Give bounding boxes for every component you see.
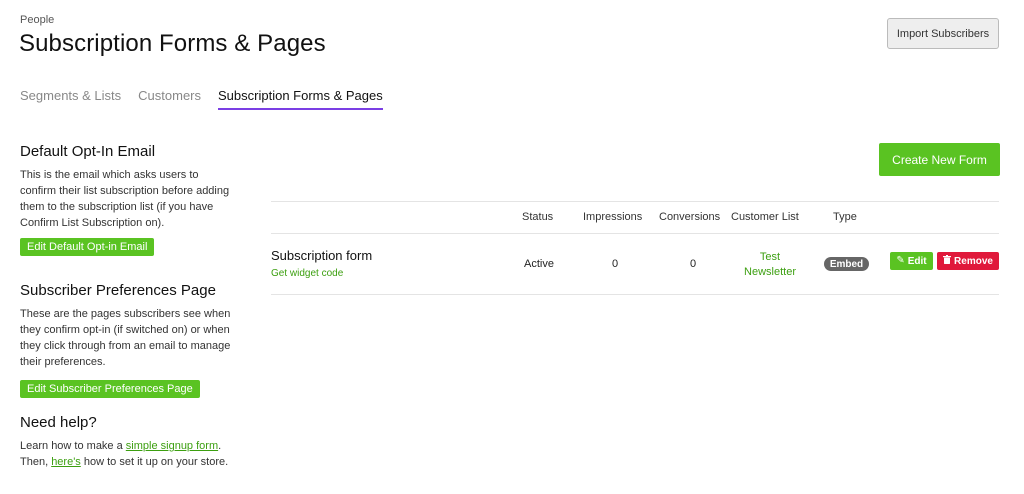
customer-list-line2: Newsletter	[744, 266, 796, 278]
help-heading: Need help?	[20, 414, 97, 431]
heres-link[interactable]: here's	[51, 456, 81, 468]
help-text-part3: how to set it up on your store.	[80, 456, 229, 468]
optin-description: This is the email which asks users to co…	[20, 169, 230, 229]
edit-label: Edit	[907, 255, 927, 267]
page-title: Subscription Forms & Pages	[19, 30, 326, 57]
row-status: Active	[524, 258, 554, 270]
simple-signup-form-link[interactable]: simple signup form	[126, 440, 218, 452]
pencil-icon: ✎	[896, 255, 905, 266]
prefs-description: These are the pages subscribers see when…	[20, 308, 231, 368]
column-header-status: Status	[522, 211, 554, 223]
column-header-type: Type	[833, 211, 857, 223]
type-badge: Embed	[824, 257, 869, 271]
breadcrumb-people: People	[20, 14, 55, 26]
remove-label: Remove	[954, 255, 993, 267]
import-subscribers-button[interactable]: Import Subscribers	[887, 18, 999, 49]
trash-icon	[943, 255, 952, 267]
tab-customers[interactable]: Customers	[138, 88, 201, 110]
row-impressions: 0	[612, 258, 619, 270]
table-row-divider	[271, 294, 999, 295]
edit-prefs-page-button[interactable]: Edit Subscriber Preferences Page	[20, 380, 200, 398]
customer-list-line1: Test	[759, 251, 781, 263]
sidebar: Default Opt-In Email This is the email w…	[20, 143, 235, 470]
customer-list-link[interactable]: Test Newsletter	[737, 250, 803, 280]
column-header-customer-list: Customer List	[731, 211, 799, 223]
help-text: Learn how to make a simple signup form. …	[20, 438, 235, 470]
form-name: Subscription form	[271, 248, 373, 263]
prefs-heading: Subscriber Preferences Page	[20, 282, 216, 299]
help-text-part1: Learn how to make a	[20, 440, 126, 452]
table-header-divider	[271, 233, 999, 234]
column-header-conversions: Conversions	[659, 211, 721, 223]
optin-heading: Default Opt-In Email	[20, 143, 156, 160]
edit-form-button[interactable]: ✎ Edit	[890, 252, 933, 270]
table-top-divider	[271, 201, 999, 202]
remove-form-button[interactable]: Remove	[937, 252, 999, 270]
column-header-impressions: Impressions	[583, 211, 643, 223]
tab-bar: Segments & Lists Customers Subscription …	[20, 88, 400, 110]
tab-segments-lists[interactable]: Segments & Lists	[20, 88, 121, 110]
row-conversions: 0	[690, 258, 697, 270]
edit-optin-email-button[interactable]: Edit Default Opt-in Email	[20, 238, 155, 256]
tab-subscription-forms-pages[interactable]: Subscription Forms & Pages	[218, 88, 383, 110]
get-widget-code-link[interactable]: Get widget code	[271, 268, 343, 279]
create-new-form-button[interactable]: Create New Form	[879, 143, 1000, 176]
